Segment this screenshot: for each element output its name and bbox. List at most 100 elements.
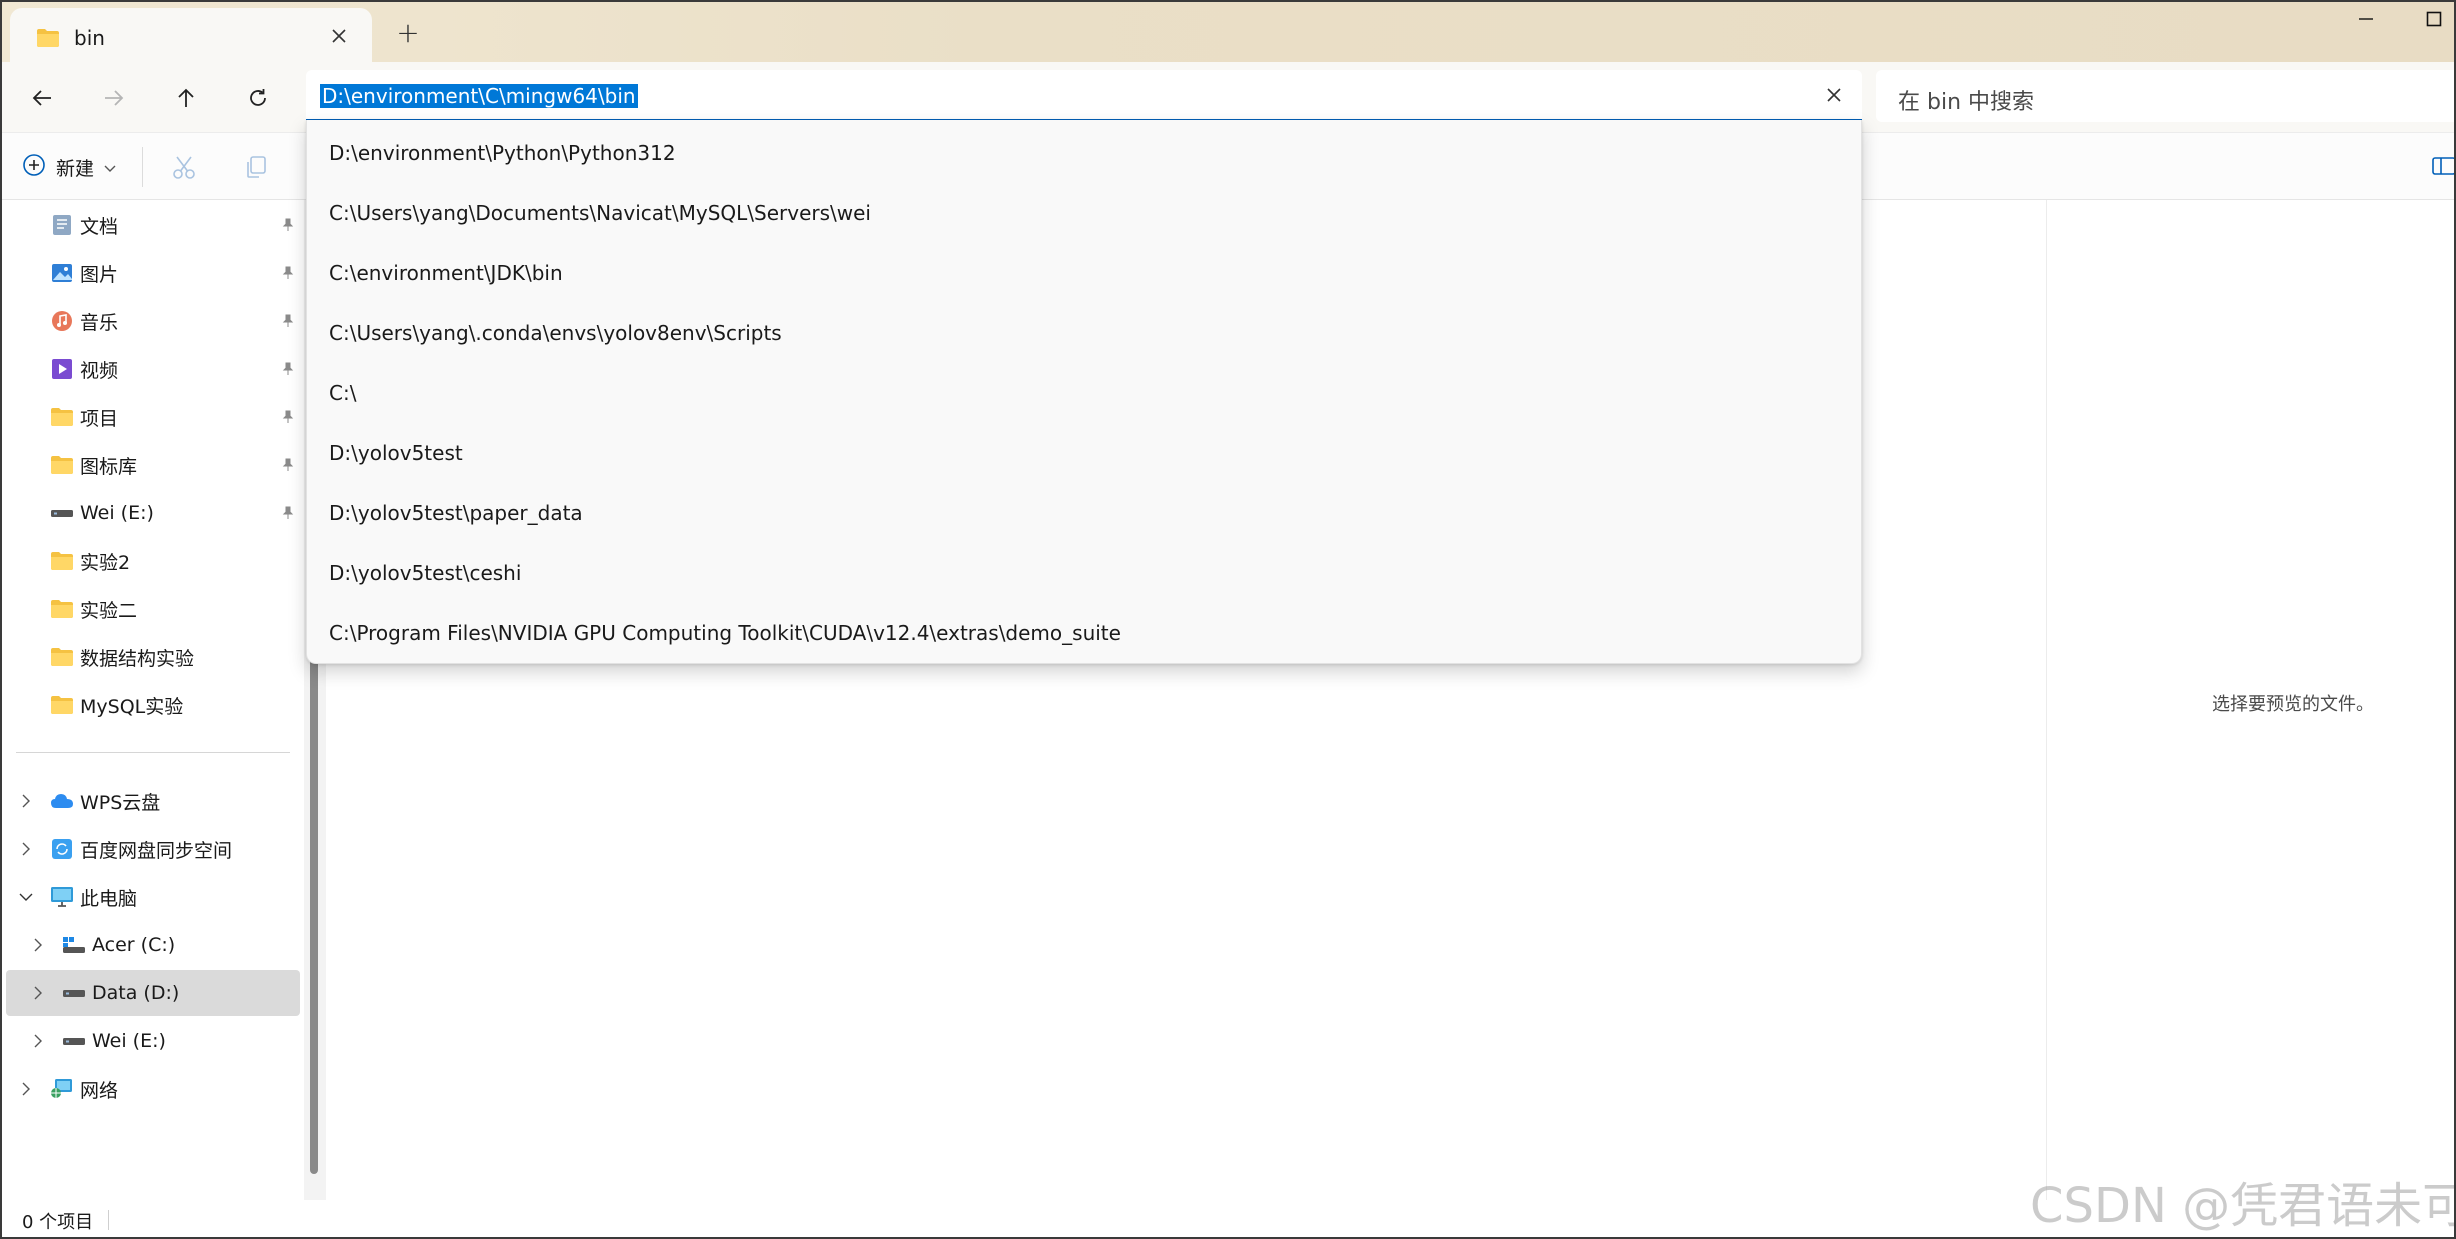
address-suggestion[interactable]: D:\yolov5test\paper_data	[307, 483, 1863, 543]
chevron-right-icon[interactable]	[28, 935, 48, 955]
folder-icon	[36, 28, 60, 52]
videos-icon	[50, 357, 74, 381]
music-icon	[50, 309, 74, 333]
search-input[interactable]: 在 bin 中搜索	[1876, 70, 2456, 122]
sidebar-item-wei-drive[interactable]: Wei (E:)	[0, 490, 300, 536]
address-suggestion[interactable]: C:\environment\JDK\bin	[307, 243, 1863, 303]
sidebar-item-label: 实验二	[80, 599, 138, 622]
sidebar-item-label: 图片	[80, 263, 119, 286]
chevron-down-icon[interactable]	[16, 887, 36, 907]
preview-empty-text: 选择要预览的文件。	[2212, 694, 2374, 715]
address-suggestion[interactable]: C:\Program Files\NVIDIA GPU Computing To…	[307, 603, 1863, 663]
new-tab-button[interactable]: +	[392, 16, 424, 49]
sidebar-item-baidu-sync[interactable]: 百度网盘同步空间	[0, 826, 300, 872]
sidebar-item-data-d[interactable]: Data (D:)	[6, 970, 300, 1016]
sidebar-item-pictures[interactable]: 图片	[0, 250, 300, 296]
sidebar-item-label: MySQL实验	[80, 695, 184, 718]
sidebar-item-project[interactable]: 项目	[0, 394, 300, 440]
chevron-right-icon[interactable]	[16, 1079, 36, 1099]
sidebar-item-label: 图标库	[80, 455, 138, 478]
title-bar: bin +	[0, 0, 2456, 64]
address-suggestion-text: C:\Users\yang\.conda\envs\yolov8env\Scri…	[329, 321, 782, 345]
toolbar-divider	[142, 147, 143, 187]
close-icon[interactable]	[324, 21, 354, 51]
address-suggestion[interactable]: D:\yolov5test\ceshi	[307, 543, 1863, 603]
sidebar-item-label: 视频	[80, 359, 119, 382]
address-suggestion[interactable]: C:\Users\yang\.conda\envs\yolov8env\Scri…	[307, 303, 1863, 363]
cut-icon[interactable]	[168, 151, 200, 183]
sidebar-item-label: 此电脑	[80, 887, 138, 910]
folder-icon	[50, 549, 74, 573]
sidebar-divider	[16, 752, 290, 753]
arrow-up-icon[interactable]	[166, 78, 206, 118]
copy-icon[interactable]	[240, 151, 272, 183]
folder-icon	[50, 645, 74, 669]
pin-icon	[278, 407, 298, 427]
sidebar-item-label: 音乐	[80, 311, 119, 334]
new-button[interactable]: 新建	[22, 149, 116, 185]
sidebar-item-wei-e[interactable]: Wei (E:)	[0, 1018, 300, 1064]
address-suggestion-text: D:\yolov5test\ceshi	[329, 561, 522, 585]
minimize-icon[interactable]	[2346, 4, 2386, 34]
address-input-value[interactable]: D:\environment\C\mingw64\bin	[320, 84, 638, 108]
chevron-right-icon[interactable]	[16, 791, 36, 811]
search-placeholder: 在 bin 中搜索	[1898, 90, 2035, 115]
sidebar-item-label: Wei (E:)	[92, 1030, 166, 1052]
address-suggestion-text: D:\yolov5test\paper_data	[329, 501, 583, 525]
folder-icon	[50, 693, 74, 717]
details-pane-icon[interactable]	[2432, 154, 2456, 178]
address-suggestion[interactable]: C:\	[307, 363, 1863, 423]
sidebar-item-videos[interactable]: 视频	[0, 346, 300, 392]
sidebar-item-mysql[interactable]: MySQL实验	[0, 682, 300, 728]
address-bar[interactable]: D:\environment\C\mingw64\bin	[306, 70, 1862, 122]
pin-icon	[278, 311, 298, 331]
folder-icon	[50, 453, 74, 477]
tab-title: bin	[74, 26, 105, 50]
close-icon[interactable]	[1820, 81, 1848, 109]
address-suggestion-text: C:\	[329, 381, 357, 405]
navigation-pane: 文档 图片 音乐 视频 项目 图标库 Wei (E:) 实验2 实验二 数据结构…	[0, 200, 304, 1200]
sidebar-item-label: 项目	[80, 407, 119, 430]
sidebar-item-this-pc[interactable]: 此电脑	[0, 874, 300, 920]
address-suggestion-text: D:\environment\Python\Python312	[329, 141, 676, 165]
sidebar-item-wps-cloud[interactable]: WPS云盘	[0, 778, 300, 824]
sidebar-item-label: 网络	[80, 1079, 119, 1102]
chevron-down-icon	[104, 158, 116, 177]
address-suggestion-text: C:\Program Files\NVIDIA GPU Computing To…	[329, 621, 1121, 645]
sidebar-item-network[interactable]: 网络	[0, 1066, 300, 1112]
status-divider	[108, 1210, 109, 1230]
pin-icon	[278, 455, 298, 475]
pin-icon	[278, 215, 298, 235]
plus-circle-icon	[22, 153, 46, 181]
arrow-left-icon[interactable]	[22, 78, 62, 118]
sidebar-item-acer-c[interactable]: Acer (C:)	[0, 922, 300, 968]
address-suggestion[interactable]: D:\environment\Python\Python312	[307, 123, 1863, 183]
maximize-icon[interactable]	[2414, 4, 2454, 34]
sidebar-item-documents[interactable]: 文档	[0, 202, 300, 248]
refresh-icon[interactable]	[238, 78, 278, 118]
pictures-icon	[50, 261, 74, 285]
address-suggestion[interactable]: C:\Users\yang\Documents\Navicat\MySQL\Se…	[307, 183, 1863, 243]
sidebar-item-label: Wei (E:)	[80, 502, 154, 524]
chevron-right-icon[interactable]	[28, 983, 48, 1003]
sidebar-item-experiment-two[interactable]: 实验二	[0, 586, 300, 632]
sidebar-item-data-structures[interactable]: 数据结构实验	[0, 634, 300, 680]
cloud-icon	[50, 789, 74, 813]
chevron-right-icon[interactable]	[16, 839, 36, 859]
sidebar-item-experiment-2[interactable]: 实验2	[0, 538, 300, 584]
address-suggestions-dropdown: D:\environment\Python\Python312 C:\Users…	[306, 120, 1862, 664]
chevron-right-icon[interactable]	[28, 1031, 48, 1051]
arrow-right-icon[interactable]	[94, 78, 134, 118]
documents-icon	[50, 213, 74, 237]
address-suggestion-text: C:\environment\JDK\bin	[329, 261, 563, 285]
windows-drive-icon	[62, 933, 86, 957]
sidebar-item-icon-library[interactable]: 图标库	[0, 442, 300, 488]
address-suggestion[interactable]: D:\yolov5test	[307, 423, 1863, 483]
pin-icon	[278, 359, 298, 379]
pin-icon	[278, 503, 298, 523]
tab-bin[interactable]: bin	[10, 8, 372, 64]
computer-icon	[50, 885, 74, 909]
network-icon	[50, 1077, 74, 1101]
sidebar-item-label: 百度网盘同步空间	[80, 839, 233, 862]
sidebar-item-music[interactable]: 音乐	[0, 298, 300, 344]
